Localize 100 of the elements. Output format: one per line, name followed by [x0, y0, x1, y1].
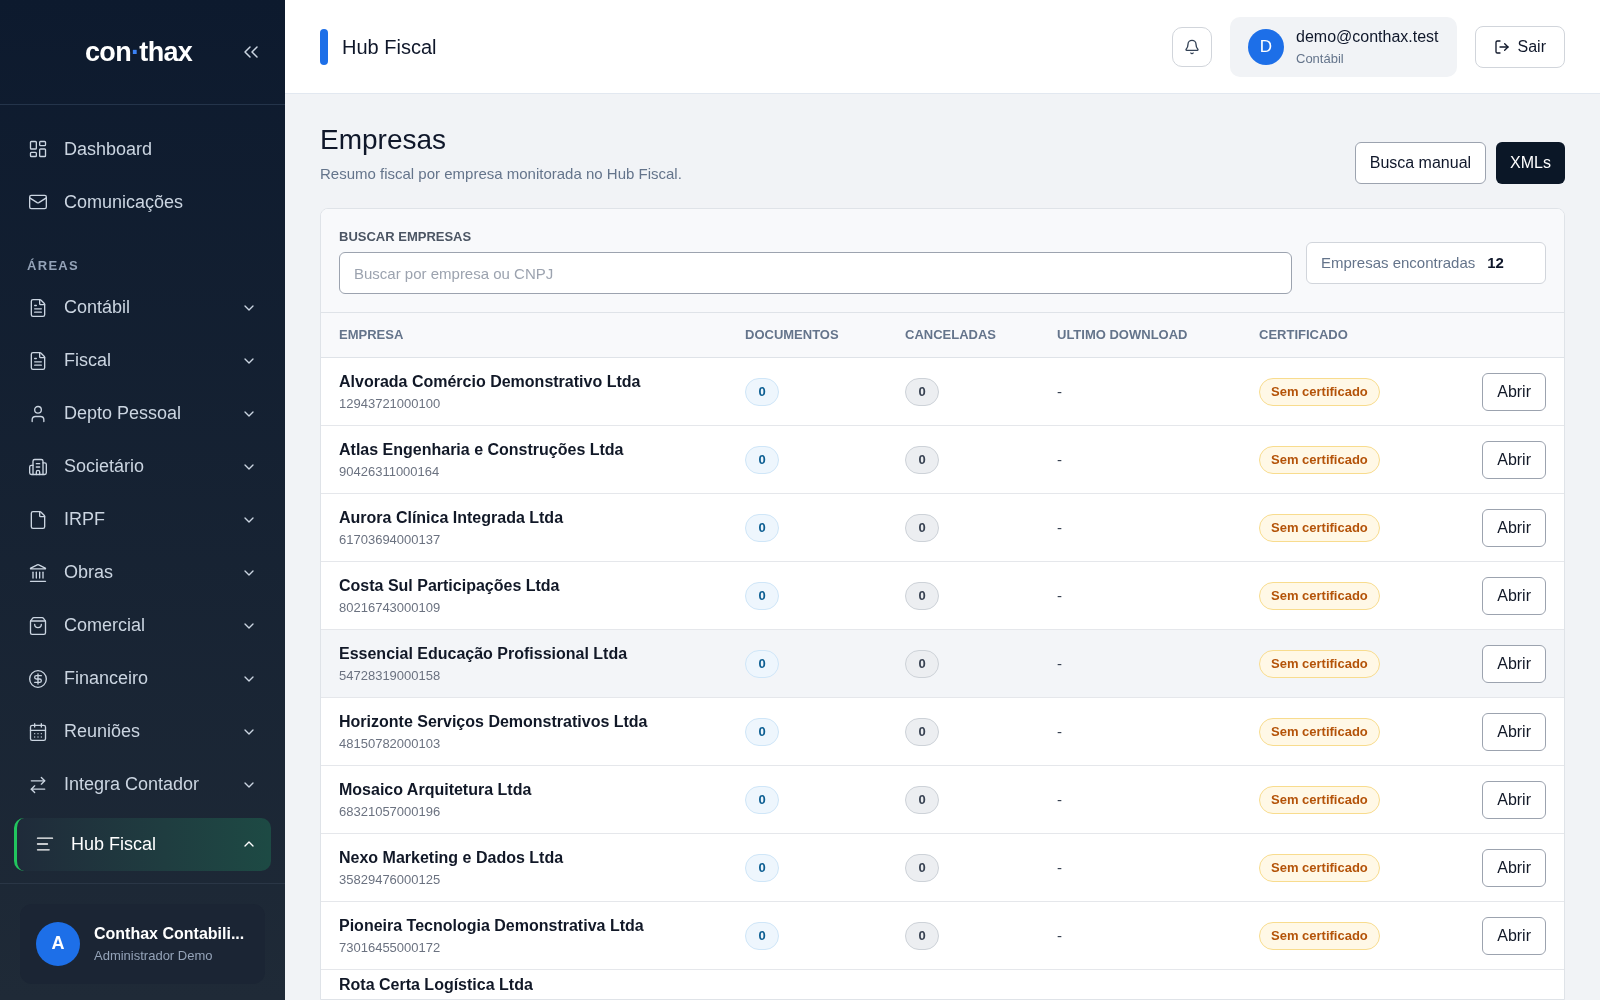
- file-icon: [28, 509, 48, 530]
- nav-item[interactable]: Comercial: [14, 605, 271, 646]
- nav-item[interactable]: Hub Fiscal: [14, 817, 271, 871]
- column-header: CERTIFICADO: [1259, 326, 1349, 345]
- cancelled-count: 0: [905, 649, 939, 678]
- nav-item[interactable]: Financeiro: [14, 658, 271, 699]
- user-role: Contábil: [1296, 49, 1345, 68]
- open-button[interactable]: Abrir: [1482, 508, 1546, 547]
- column-header: ULTIMO DOWNLOAD: [1057, 326, 1189, 345]
- cancelled-count: 0: [905, 785, 939, 814]
- certificate-status: Sem certificado: [1259, 581, 1380, 610]
- company-name: Atlas Engenharia e Construções Ltda: [339, 439, 625, 460]
- nav-item[interactable]: IRPF: [14, 499, 271, 540]
- search-field[interactable]: Buscar por empresa ou CNPJ: [339, 252, 1292, 294]
- company-cnpj: 12943721000100: [339, 394, 442, 413]
- notifications-button[interactable]: [1172, 26, 1212, 67]
- certificate-status: Sem certificado: [1259, 377, 1380, 406]
- nav-item[interactable]: Contábil: [14, 287, 271, 328]
- last-download: -: [1057, 722, 1062, 740]
- open-button[interactable]: Abrir: [1482, 440, 1546, 479]
- nav-item[interactable]: Comunicações: [14, 182, 271, 222]
- certificate-status: Sem certificado: [1259, 649, 1380, 678]
- company-cnpj: 80216743000109: [339, 598, 442, 617]
- bank-icon: [28, 562, 48, 583]
- logout-icon: [1493, 38, 1510, 55]
- action-button[interactable]: XMLs: [1496, 141, 1565, 184]
- last-download: -: [1057, 382, 1062, 400]
- open-button[interactable]: Abrir: [1482, 644, 1546, 683]
- company-name: Alvorada Comércio Demonstrativo Ltda: [339, 371, 642, 392]
- account-card[interactable]: A Conthax Contabili... Administrador Demo: [20, 903, 265, 984]
- last-download: -: [1057, 858, 1062, 876]
- bell-icon: [1184, 38, 1200, 55]
- company-name: Horizonte Serviços Demonstrativos Ltda: [339, 711, 649, 732]
- nav-item[interactable]: Integra Contador: [14, 764, 271, 805]
- last-download: -: [1057, 450, 1062, 468]
- certificate-status: Sem certificado: [1259, 717, 1380, 746]
- company-name: Mosaico Arquitetura Ltda: [339, 779, 533, 800]
- building-icon: [28, 456, 48, 477]
- company-cnpj: 54728319000158: [339, 666, 442, 685]
- company-cnpj: 61703694000137: [339, 530, 442, 549]
- company-cnpj: 90426311000164: [339, 462, 441, 481]
- documents-count: 0: [745, 513, 779, 542]
- last-download: -: [1057, 926, 1062, 944]
- section-subtitle: Resumo fiscal por empresa monitorada no Hub Fiscal.: [320, 164, 682, 184]
- open-button[interactable]: Abrir: [1482, 576, 1546, 615]
- calendar-icon: [28, 721, 48, 742]
- document-icon: [28, 350, 48, 371]
- nav-item[interactable]: Dashboard: [14, 129, 271, 169]
- page-heading: Hub Fiscal: [342, 34, 438, 60]
- account-role: Administrador Demo: [94, 946, 214, 965]
- cancelled-count: 0: [905, 513, 939, 542]
- nav-item[interactable]: Depto Pessoal: [14, 393, 271, 434]
- company-name: Nexo Marketing e Dados Ltda: [339, 847, 565, 868]
- cancelled-count: 0: [905, 445, 939, 474]
- nav-item[interactable]: Reuniões: [14, 711, 271, 752]
- cancelled-count: 0: [905, 921, 939, 950]
- company-name: Costa Sul Participações Ltda: [339, 575, 561, 596]
- table-row[interactable]: Essencial Educação Profissional Ltda 54728319000158 0 0 - Sem certificado Abrir: [321, 630, 1564, 698]
- dollar-icon: [28, 668, 48, 689]
- count-label: Empresas encontradas: [1321, 252, 1476, 273]
- count-value: 12: [1487, 252, 1504, 273]
- section-title: Empresas: [320, 123, 448, 157]
- documents-count: 0: [745, 649, 779, 678]
- open-button[interactable]: Abrir: [1482, 780, 1546, 819]
- logout-button[interactable]: Sair: [1474, 25, 1565, 68]
- company-cnpj: 48150782000103: [339, 734, 442, 753]
- last-download: -: [1057, 518, 1062, 536]
- nav-item[interactable]: Fiscal: [14, 340, 271, 381]
- company-name: Rota Certa Logística Ltda: [339, 975, 534, 995]
- documents-count: 0: [745, 581, 779, 610]
- column-header: EMPRESA: [339, 326, 405, 345]
- documents-count: 0: [745, 445, 779, 474]
- certificate-status: Sem certificado: [1259, 921, 1380, 950]
- open-button[interactable]: Abrir: [1482, 372, 1546, 411]
- open-button[interactable]: Abrir: [1482, 712, 1546, 751]
- nav-item[interactable]: Obras: [14, 552, 271, 593]
- cancelled-count: 0: [905, 377, 939, 406]
- company-name: Aurora Clínica Integrada Ltda: [339, 507, 565, 528]
- open-button[interactable]: Abrir: [1482, 848, 1546, 887]
- documents-count: 0: [745, 785, 779, 814]
- section-title: ÁREAS: [26, 257, 80, 275]
- title-accent: [320, 28, 328, 65]
- account-name: Conthax Contabili...: [94, 923, 245, 944]
- nav-item[interactable]: Societário: [14, 446, 271, 487]
- action-button[interactable]: Busca manual: [1354, 141, 1487, 184]
- documents-count: 0: [745, 377, 779, 406]
- logo: con·thax: [85, 35, 193, 69]
- avatar: A: [36, 921, 80, 966]
- certificate-status: Sem certificado: [1259, 785, 1380, 814]
- last-download: -: [1057, 654, 1062, 672]
- company-cnpj: 73016455000172: [339, 938, 442, 957]
- search-label: BUSCAR EMPRESAS: [339, 227, 473, 246]
- document-icon: [28, 297, 48, 318]
- certificate-status: Sem certificado: [1259, 853, 1380, 882]
- documents-count: 0: [745, 717, 779, 746]
- user-chip[interactable]: D demo@conthax.test Contábil: [1230, 16, 1457, 77]
- user-email: demo@conthax.test: [1296, 26, 1439, 47]
- cancelled-count: 0: [905, 853, 939, 882]
- company-cnpj: 68321057000196: [339, 802, 442, 821]
- open-button[interactable]: Abrir: [1482, 916, 1546, 955]
